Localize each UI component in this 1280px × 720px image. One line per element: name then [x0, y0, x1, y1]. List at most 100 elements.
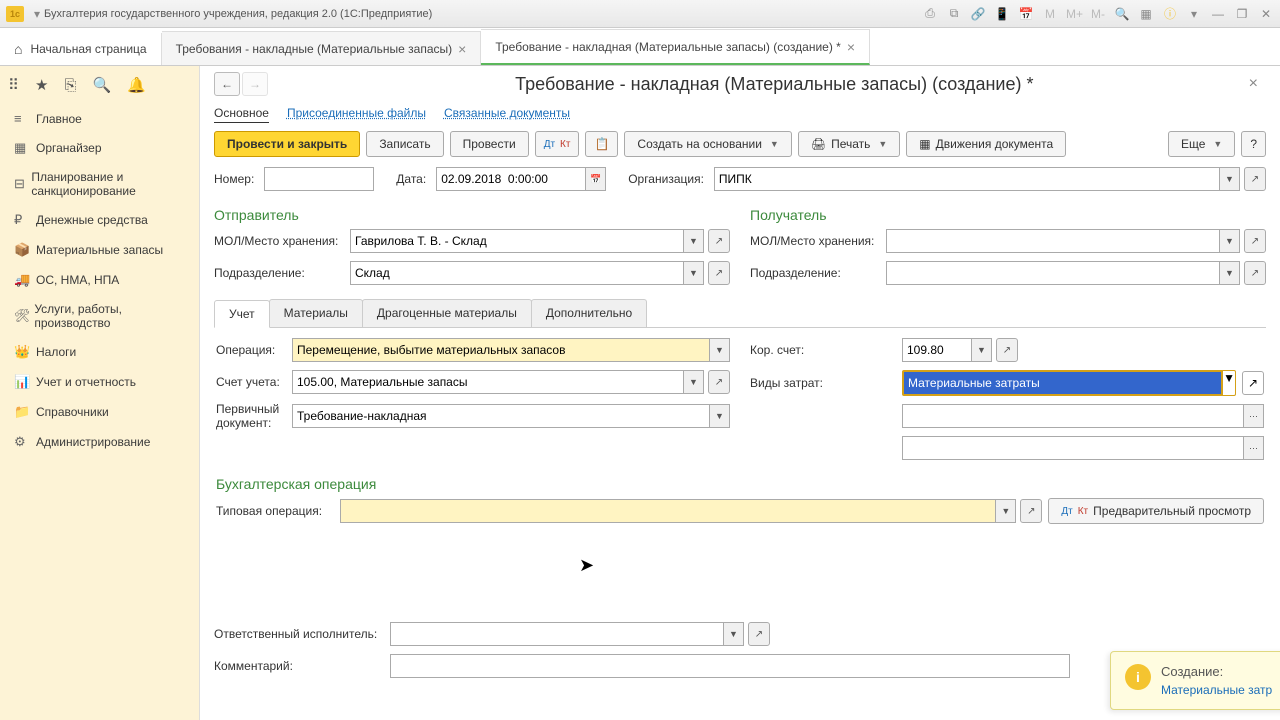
preview-button[interactable]: ДтКт Предварительный просмотр [1048, 498, 1264, 524]
sidebar-item-materials[interactable]: 📦Материальные запасы [0, 235, 199, 265]
dropdown-button[interactable]: ▼ [724, 622, 744, 646]
sidebar-item-reports[interactable]: 📊Учет и отчетность [0, 367, 199, 397]
notification-link[interactable]: Материальные затр [1161, 683, 1272, 697]
open-button[interactable]: ↗ [708, 229, 730, 253]
dropdown-button[interactable]: ▼ [1220, 229, 1240, 253]
sublink-files[interactable]: Присоединенные файлы [287, 104, 426, 123]
close-icon[interactable]: × [458, 41, 466, 57]
more-button[interactable]: Еще▼ [1168, 131, 1235, 157]
print-icon[interactable]: ⎙ [922, 6, 938, 21]
dropdown-button[interactable]: ▼ [684, 370, 704, 394]
dropdown-button[interactable]: ▼ [684, 229, 704, 253]
dropdown-button[interactable]: ▼ [710, 404, 730, 428]
zoom-icon[interactable]: 🔍 [1114, 7, 1130, 21]
kor-account-input[interactable] [902, 338, 972, 362]
nav-forward-button[interactable]: → [242, 72, 268, 96]
responsible-input[interactable] [390, 622, 724, 646]
open-button[interactable]: ↗ [708, 261, 730, 285]
calc-icon[interactable]: 📱 [994, 7, 1010, 21]
extra-input-1[interactable] [902, 404, 1244, 428]
panel-icon[interactable]: ▦ [1138, 7, 1154, 21]
sidebar-item-taxes[interactable]: 👑Налоги [0, 337, 199, 367]
dept-receiver-input[interactable] [886, 261, 1220, 285]
tab-accounting[interactable]: Учет [214, 300, 270, 328]
sidebar-item-admin[interactable]: ⚙Администрирование [0, 427, 199, 457]
open-button[interactable]: ↗ [708, 370, 730, 394]
submit-close-button[interactable]: Провести и закрыть [214, 131, 360, 157]
sublink-related[interactable]: Связанные документы [444, 104, 570, 123]
debit-credit-button[interactable]: ДтКт [535, 131, 580, 157]
mol-sender-input[interactable] [350, 229, 684, 253]
dropdown-button[interactable]: ▼ [1220, 167, 1240, 191]
sidebar-item-services[interactable]: 🛠Услуги, работы, производство [0, 295, 199, 337]
clipboard-icon[interactable]: ⎘ [64, 77, 76, 94]
extra-input-2[interactable] [902, 436, 1244, 460]
bell-icon[interactable]: 🔔 [127, 76, 146, 94]
date-input[interactable] [436, 167, 586, 191]
account-input[interactable] [292, 370, 684, 394]
minimize-button[interactable]: — [1210, 7, 1226, 21]
content-close-button[interactable]: × [1241, 75, 1266, 93]
number-input[interactable] [264, 167, 374, 191]
create-based-button[interactable]: Создать на основании▼ [624, 131, 791, 157]
history-dropdown-icon[interactable]: ▾ [34, 7, 40, 21]
sidebar-item-planning[interactable]: ⊟Планирование и санкционирование [0, 163, 199, 205]
dept-sender-input[interactable] [350, 261, 684, 285]
submit-button[interactable]: Провести [450, 131, 529, 157]
sidebar-item-main[interactable]: ≡Главное [0, 104, 199, 133]
dropdown-button[interactable]: ▼ [1222, 371, 1235, 395]
favorites-icon[interactable]: ★ [35, 76, 48, 94]
help-icon[interactable]: ⓘ [1162, 5, 1178, 22]
m-icon[interactable]: M [1042, 7, 1058, 21]
dropdown-button[interactable]: ▼ [710, 338, 730, 362]
apps-icon[interactable]: ⠿ [8, 76, 19, 94]
open-button[interactable]: ↗ [1020, 499, 1042, 523]
open-button[interactable]: ↗ [1244, 229, 1266, 253]
nav-back-button[interactable]: ← [214, 72, 240, 96]
save-button[interactable]: Записать [366, 131, 443, 157]
typical-op-input[interactable] [340, 499, 996, 523]
tab-additional[interactable]: Дополнительно [531, 299, 647, 327]
more-button[interactable]: ⋯ [1244, 436, 1264, 460]
dropdown-button[interactable]: ▼ [684, 261, 704, 285]
search-icon[interactable]: 🔍 [92, 76, 111, 94]
m-plus-icon[interactable]: M+ [1066, 7, 1082, 21]
sublink-main[interactable]: Основное [214, 104, 269, 123]
comment-input[interactable] [390, 654, 1070, 678]
restore-button[interactable]: ❐ [1234, 7, 1250, 21]
print-button[interactable]: 🖨Печать▼ [798, 131, 900, 157]
mol-receiver-input[interactable] [886, 229, 1220, 253]
document-tab-create[interactable]: Требование - накладная (Материальные зап… [481, 29, 870, 65]
window-close-button[interactable]: ✕ [1258, 7, 1274, 21]
home-tab[interactable]: ⌂ Начальная страница [0, 33, 162, 65]
calendar-icon[interactable]: 📅 [1018, 7, 1034, 21]
close-icon[interactable]: × [847, 39, 855, 55]
sidebar-item-assets[interactable]: 🚚ОС, НМА, НПА [0, 265, 199, 295]
calendar-picker-button[interactable]: 📅 [586, 167, 606, 191]
primary-doc-input[interactable] [292, 404, 710, 428]
tab-precious[interactable]: Драгоценные материалы [362, 299, 532, 327]
open-button[interactable]: ↗ [1244, 167, 1266, 191]
dropdown-button[interactable]: ▼ [972, 338, 992, 362]
open-button[interactable]: ↗ [1242, 371, 1264, 395]
tab-materials[interactable]: Материалы [269, 299, 363, 327]
sidebar-item-directories[interactable]: 📁Справочники [0, 397, 199, 427]
sidebar-item-money[interactable]: ₽Денежные средства [0, 205, 199, 235]
operation-input[interactable] [292, 338, 710, 362]
more-button[interactable]: ⋯ [1244, 404, 1264, 428]
copy-icon[interactable]: ⧉ [946, 6, 962, 21]
movements-button[interactable]: ▦Движения документа [906, 131, 1066, 157]
help-button[interactable]: ? [1241, 131, 1266, 157]
dropdown-button[interactable]: ▼ [996, 499, 1016, 523]
open-button[interactable]: ↗ [1244, 261, 1266, 285]
open-button[interactable]: ↗ [996, 338, 1018, 362]
notification-toast[interactable]: i Создание: Материальные затр [1110, 651, 1280, 710]
org-input[interactable] [714, 167, 1220, 191]
dropdown-button[interactable]: ▼ [1220, 261, 1240, 285]
report-button[interactable]: 📋 [585, 131, 618, 157]
m-minus-icon[interactable]: M- [1090, 7, 1106, 21]
document-tab-list[interactable]: Требования - накладные (Материальные зап… [162, 31, 482, 65]
sidebar-item-organizer[interactable]: ▦Органайзер [0, 133, 199, 163]
cost-types-input[interactable]: Материальные затраты [903, 371, 1222, 395]
open-button[interactable]: ↗ [748, 622, 770, 646]
